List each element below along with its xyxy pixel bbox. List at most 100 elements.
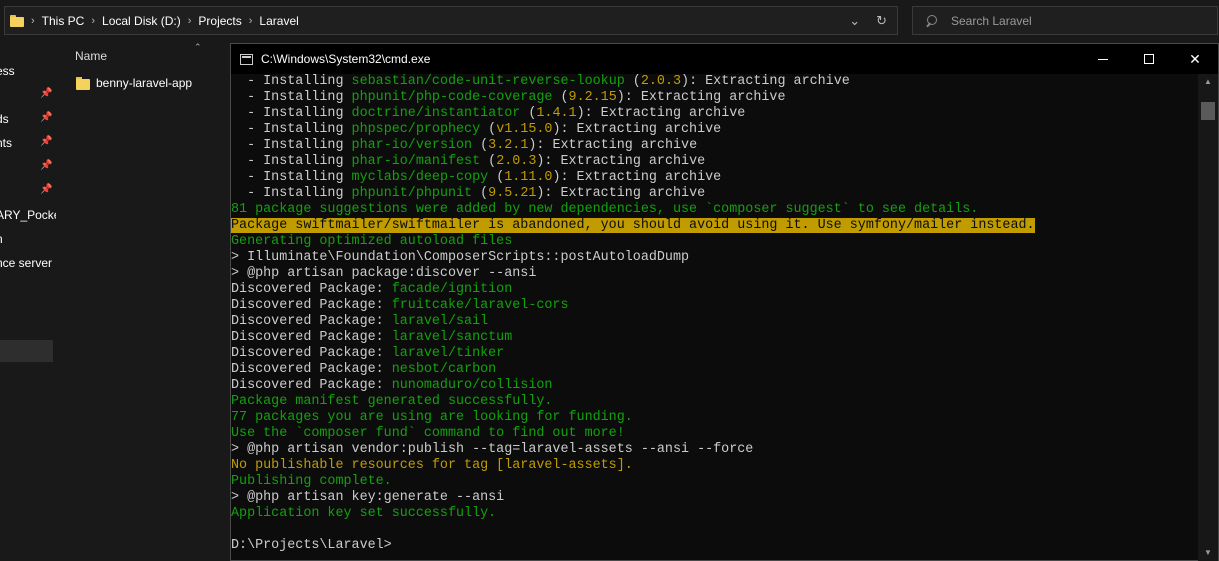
chevron-down-icon[interactable]: ⌄ bbox=[849, 13, 860, 29]
breadcrumb-this-pc[interactable]: This PC bbox=[42, 14, 85, 28]
console-text: laravel/sanctum bbox=[391, 330, 513, 345]
chevron-right-icon[interactable]: › bbox=[188, 15, 192, 27]
console-text: Discovered Package: bbox=[231, 346, 392, 361]
maximize-button[interactable] bbox=[1126, 44, 1172, 74]
console-text: 2.0.3 bbox=[496, 154, 537, 169]
console-text: ): Extracting archive bbox=[552, 122, 722, 137]
console-text: - Installing bbox=[231, 170, 352, 185]
console-text: Application key set successfully. bbox=[231, 506, 497, 521]
console-line: - Installing doctrine/instantiator (1.4.… bbox=[231, 106, 1189, 122]
close-button[interactable]: ✕ bbox=[1172, 44, 1218, 74]
console-line: Discovered Package: nesbot/carbon bbox=[231, 362, 1189, 378]
console-text: > @php artisan key:generate --ansi bbox=[231, 490, 505, 505]
explorer-address-bar: › This PC › Local Disk (D:) › Projects ›… bbox=[0, 0, 1219, 42]
console-line: Package manifest generated successfully. bbox=[231, 394, 1189, 410]
console-text: sebastian/code-unit-reverse-lookup bbox=[351, 74, 625, 89]
console-text: ( bbox=[472, 186, 489, 201]
console-output[interactable]: - Installing sebastian/code-unit-reverse… bbox=[231, 74, 1189, 561]
console-line: Discovered Package: laravel/tinker bbox=[231, 346, 1189, 362]
console-line: Package swiftmailer/swiftmailer is aband… bbox=[231, 218, 1189, 234]
console-text: > @php artisan vendor:publish --tag=lara… bbox=[231, 442, 754, 457]
sort-ascending-icon: ⌃ bbox=[194, 42, 202, 52]
column-header-name[interactable]: Name bbox=[75, 49, 107, 63]
console-line: Generating optimized autoload files bbox=[231, 234, 1189, 250]
console-text: ( bbox=[624, 74, 641, 89]
scrollbar[interactable]: ▲ ▼ bbox=[1198, 74, 1218, 561]
console-line: 81 package suggestions were added by new… bbox=[231, 202, 1189, 218]
console-text: v1.15.0 bbox=[496, 122, 553, 137]
console-line: - Installing phpunit/phpunit (9.5.21): E… bbox=[231, 186, 1189, 202]
breadcrumb-local-disk[interactable]: Local Disk (D:) bbox=[102, 14, 181, 28]
console-text: 9.5.21 bbox=[488, 186, 537, 201]
chevron-right-icon[interactable]: › bbox=[91, 15, 95, 27]
console-text: ): Extracting archive bbox=[616, 90, 786, 105]
file-name: benny-laravel-app bbox=[96, 76, 193, 90]
console-text: laravel/tinker bbox=[391, 346, 505, 361]
address-box[interactable]: › This PC › Local Disk (D:) › Projects ›… bbox=[4, 6, 898, 35]
console-text: doctrine/instantiator bbox=[351, 106, 521, 121]
console-text: ): Extracting archive bbox=[576, 106, 746, 121]
console-line: Discovered Package: nunomaduro/collision bbox=[231, 378, 1189, 394]
console-text: facade/ignition bbox=[391, 282, 513, 297]
nav-item[interactable]: ess bbox=[0, 64, 15, 78]
console-text: - Installing bbox=[231, 138, 352, 153]
minimize-icon bbox=[1098, 58, 1108, 60]
console-text: 9.2.15 bbox=[568, 90, 617, 105]
pin-icon: 📌 bbox=[40, 160, 53, 171]
console-line: - Installing myclabs/deep-copy (1.11.0):… bbox=[231, 170, 1189, 186]
console-text: ): Extracting archive bbox=[528, 138, 698, 153]
console-text: ): Extracting archive bbox=[681, 74, 850, 89]
breadcrumb-laravel[interactable]: Laravel bbox=[259, 14, 298, 28]
console-line: - Installing phpunit/php-code-coverage (… bbox=[231, 90, 1189, 106]
console-text: phpunit/php-code-coverage bbox=[351, 90, 553, 105]
console-text: Discovered Package: bbox=[231, 378, 392, 393]
console-text: phpunit/phpunit bbox=[351, 186, 473, 201]
console-line: 77 packages you are using are looking fo… bbox=[231, 410, 1189, 426]
console-text: Use the `composer fund` command to find … bbox=[231, 426, 625, 441]
refresh-icon[interactable]: ↻ bbox=[876, 13, 887, 29]
console-icon bbox=[240, 53, 253, 65]
breadcrumb-projects[interactable]: Projects bbox=[198, 14, 241, 28]
console-line: Publishing complete. bbox=[231, 474, 1189, 490]
console-text: nunomaduro/collision bbox=[391, 378, 553, 393]
console-text: ): Extracting archive bbox=[536, 186, 706, 201]
nav-item[interactable]: nce server bbox=[0, 256, 52, 270]
nav-item-selected[interactable] bbox=[0, 340, 53, 362]
console-text: phar-io/version bbox=[351, 138, 473, 153]
console-text: Publishing complete. bbox=[231, 474, 392, 489]
console-text: 81 package suggestions were added by new… bbox=[231, 202, 979, 217]
console-text: No publishable resources for tag [larave… bbox=[231, 458, 633, 473]
console-text: ): Extracting archive bbox=[536, 154, 706, 169]
scroll-down-arrow-icon[interactable]: ▼ bbox=[1198, 545, 1218, 561]
folder-icon bbox=[76, 76, 90, 90]
cmd-window[interactable]: C:\Windows\System32\cmd.exe ✕ - Installi… bbox=[230, 43, 1219, 561]
console-text: myclabs/deep-copy bbox=[351, 170, 489, 185]
console-text: laravel/sail bbox=[391, 314, 489, 329]
chevron-right-icon[interactable]: › bbox=[249, 15, 253, 27]
console-text: ( bbox=[552, 90, 569, 105]
console-text: Discovered Package: bbox=[231, 330, 392, 345]
list-item[interactable]: benny-laravel-app bbox=[76, 76, 192, 90]
console-text: - Installing bbox=[231, 154, 352, 169]
nav-item[interactable]: nts bbox=[0, 136, 12, 150]
search-input[interactable]: Search Laravel bbox=[912, 6, 1218, 35]
nav-item[interactable]: ds bbox=[0, 112, 9, 126]
cmd-title-bar[interactable]: C:\Windows\System32\cmd.exe ✕ bbox=[231, 44, 1218, 74]
console-line: - Installing phar-io/version (3.2.1): Ex… bbox=[231, 138, 1189, 154]
nav-item[interactable]: ARY_Pocke bbox=[0, 208, 56, 222]
nav-item[interactable]: n bbox=[0, 232, 3, 246]
console-text: > @php artisan package:discover --ansi bbox=[231, 266, 537, 281]
console-text: phpspec/prophecy bbox=[351, 122, 481, 137]
console-line: - Installing phar-io/manifest (2.0.3): E… bbox=[231, 154, 1189, 170]
scroll-up-arrow-icon[interactable]: ▲ bbox=[1198, 74, 1218, 90]
console-text: 3.2.1 bbox=[488, 138, 529, 153]
pin-icon: 📌 bbox=[40, 184, 53, 195]
chevron-right-icon[interactable]: › bbox=[31, 15, 35, 27]
scrollbar-thumb[interactable] bbox=[1201, 102, 1215, 120]
console-text: D:\Projects\Laravel> bbox=[231, 538, 392, 553]
console-text: 2.0.3 bbox=[640, 74, 682, 89]
minimize-button[interactable] bbox=[1080, 44, 1126, 74]
console-text: Discovered Package: bbox=[231, 298, 392, 313]
search-icon bbox=[925, 14, 937, 27]
console-text: ( bbox=[488, 170, 505, 185]
